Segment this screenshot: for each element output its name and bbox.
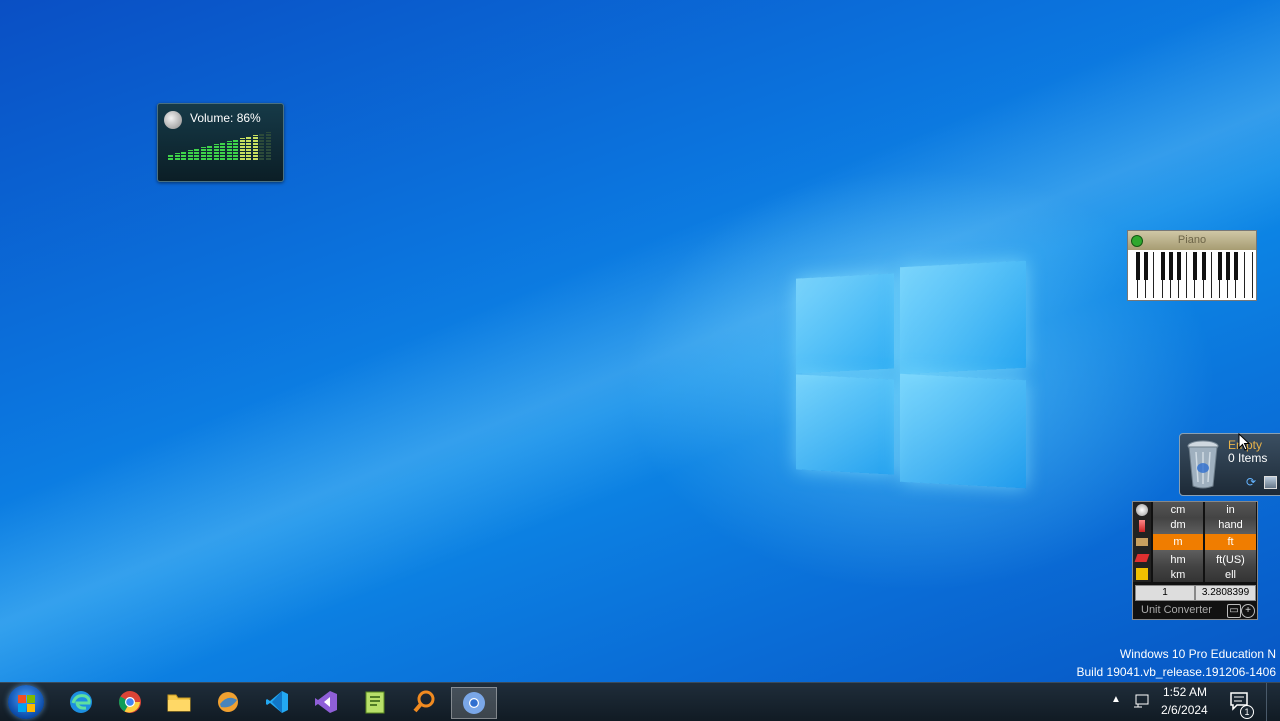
unit-option[interactable]: ell [1205,567,1256,583]
taskbar-app-edge[interactable] [59,687,103,717]
thermometer-category-icon[interactable] [1139,520,1145,532]
unit-option[interactable]: hand [1205,517,1256,533]
piano-white-key[interactable] [1245,252,1253,298]
show-desktop-button[interactable] [1266,683,1280,721]
piano-black-key[interactable] [1168,252,1173,280]
unit-option[interactable]: dm [1153,517,1203,533]
input-value-field[interactable]: 1 [1135,585,1195,601]
recycle-bin-count: 0 Items [1228,451,1268,465]
taskbar-app-search[interactable] [402,687,446,717]
piano-black-key[interactable] [1160,252,1165,280]
taskbar-app-file-explorer[interactable] [157,687,201,717]
volume-meter-bar [239,137,245,160]
notepad-icon [365,691,385,714]
volume-meter-bar [207,145,212,160]
volume-meter-bar [265,131,271,160]
piano-black-key[interactable] [1218,252,1222,280]
piano-black-key[interactable] [1234,252,1239,280]
piano-black-key[interactable] [1144,252,1149,280]
ruler-category-icon[interactable] [1136,538,1148,546]
volume-gadget[interactable]: Volume: 86% [157,103,284,182]
area-category-icon[interactable] [1134,554,1150,562]
piano-black-key[interactable] [1201,252,1206,280]
category-icons [1133,502,1151,582]
recycle-bin-gadget[interactable]: Empty 0 Items ⟳ [1179,433,1280,496]
clock-time[interactable]: 1:52 AM [1163,685,1207,699]
unit-option[interactable]: in [1205,502,1256,518]
piano-black-key[interactable] [1193,252,1198,280]
globe-icon [218,692,238,712]
chrome-active-icon [463,692,485,714]
folder-icon [167,694,191,712]
notification-count-badge: 1 [1240,705,1254,719]
taskbar-app-notepad[interactable] [353,687,397,717]
clock-category-icon[interactable] [1136,504,1148,516]
piano-gadget[interactable]: Piano [1127,230,1257,301]
comment-icon[interactable]: ▭ [1227,604,1241,618]
show-hidden-icons-chevron-icon[interactable]: ▲ [1111,694,1121,705]
volume-meter-bar [246,136,251,160]
unit-option-selected[interactable]: ft [1205,534,1256,550]
unit-option[interactable]: hm [1153,552,1203,568]
taskbar-app-chrome-active[interactable] [451,687,497,719]
volume-meter[interactable] [168,130,272,160]
mouse-cursor-icon [1238,433,1250,451]
piano-black-key[interactable] [1136,252,1140,280]
refresh-icon[interactable]: ⟳ [1246,475,1256,489]
volume-meter-bar [226,140,232,160]
vscode-icon [266,691,288,713]
piano-header: Piano [1128,231,1256,250]
taskbar-app-browser[interactable] [206,687,250,717]
visual-studio-icon [315,691,337,713]
piano-keyboard[interactable] [1130,252,1254,298]
watermark-build: Build 19041.vb_release.191206-1406 [1076,665,1277,679]
volume-meter-bar [194,148,199,160]
unit-converter-gadget[interactable]: cm dm m hm km in hand ft ft(US) ell 1 3.… [1132,501,1258,620]
network-icon[interactable] [1132,693,1150,709]
taskbar-app-vscode[interactable] [255,687,299,717]
volume-meter-bar [252,134,258,160]
volume-label: Volume: 86% [190,111,261,125]
output-value-field[interactable]: 3.2808399 [1195,585,1256,601]
piano-title: Piano [1177,234,1207,246]
unit-option-selected[interactable]: m [1153,534,1203,550]
add-icon[interactable]: + [1241,604,1255,618]
unit-option[interactable]: km [1153,567,1203,583]
volume-meter-bar [187,149,193,160]
volume-meter-bar [200,146,206,160]
left-unit-column[interactable]: cm dm m hm km [1153,502,1203,582]
volume-category-icon[interactable] [1136,568,1148,580]
recycle-bin-icon[interactable] [1186,438,1220,490]
volume-meter-bar [233,139,238,160]
speaker-icon[interactable] [164,111,182,129]
taskbar: ▲ 1:52 AM 2/6/2024 1 [0,682,1280,721]
volume-meter-bar [220,142,225,160]
empty-bin-icon[interactable] [1264,476,1277,489]
start-button[interactable] [8,685,44,719]
watermark-edition: Windows 10 Pro Education N [1119,647,1276,661]
volume-meter-bar [213,143,219,160]
windows-logo-wallpaper [790,250,1035,500]
volume-meter-bar [181,151,186,160]
volume-meter-bar [168,154,173,160]
edge-icon [70,691,92,713]
taskbar-app-chrome[interactable] [108,687,152,717]
magnifier-icon [413,690,435,713]
piano-black-key[interactable] [1226,252,1231,280]
taskbar-app-visual-studio[interactable] [304,687,348,717]
piano-black-key[interactable] [1177,252,1181,280]
volume-meter-bar [174,152,180,160]
unit-option[interactable]: cm [1153,502,1203,518]
unit-option[interactable]: ft(US) [1205,552,1256,568]
clock-date[interactable]: 2/6/2024 [1161,703,1208,717]
right-unit-column[interactable]: in hand ft ft(US) ell [1205,502,1256,582]
volume-meter-bar [259,133,264,160]
chrome-icon [119,691,141,713]
